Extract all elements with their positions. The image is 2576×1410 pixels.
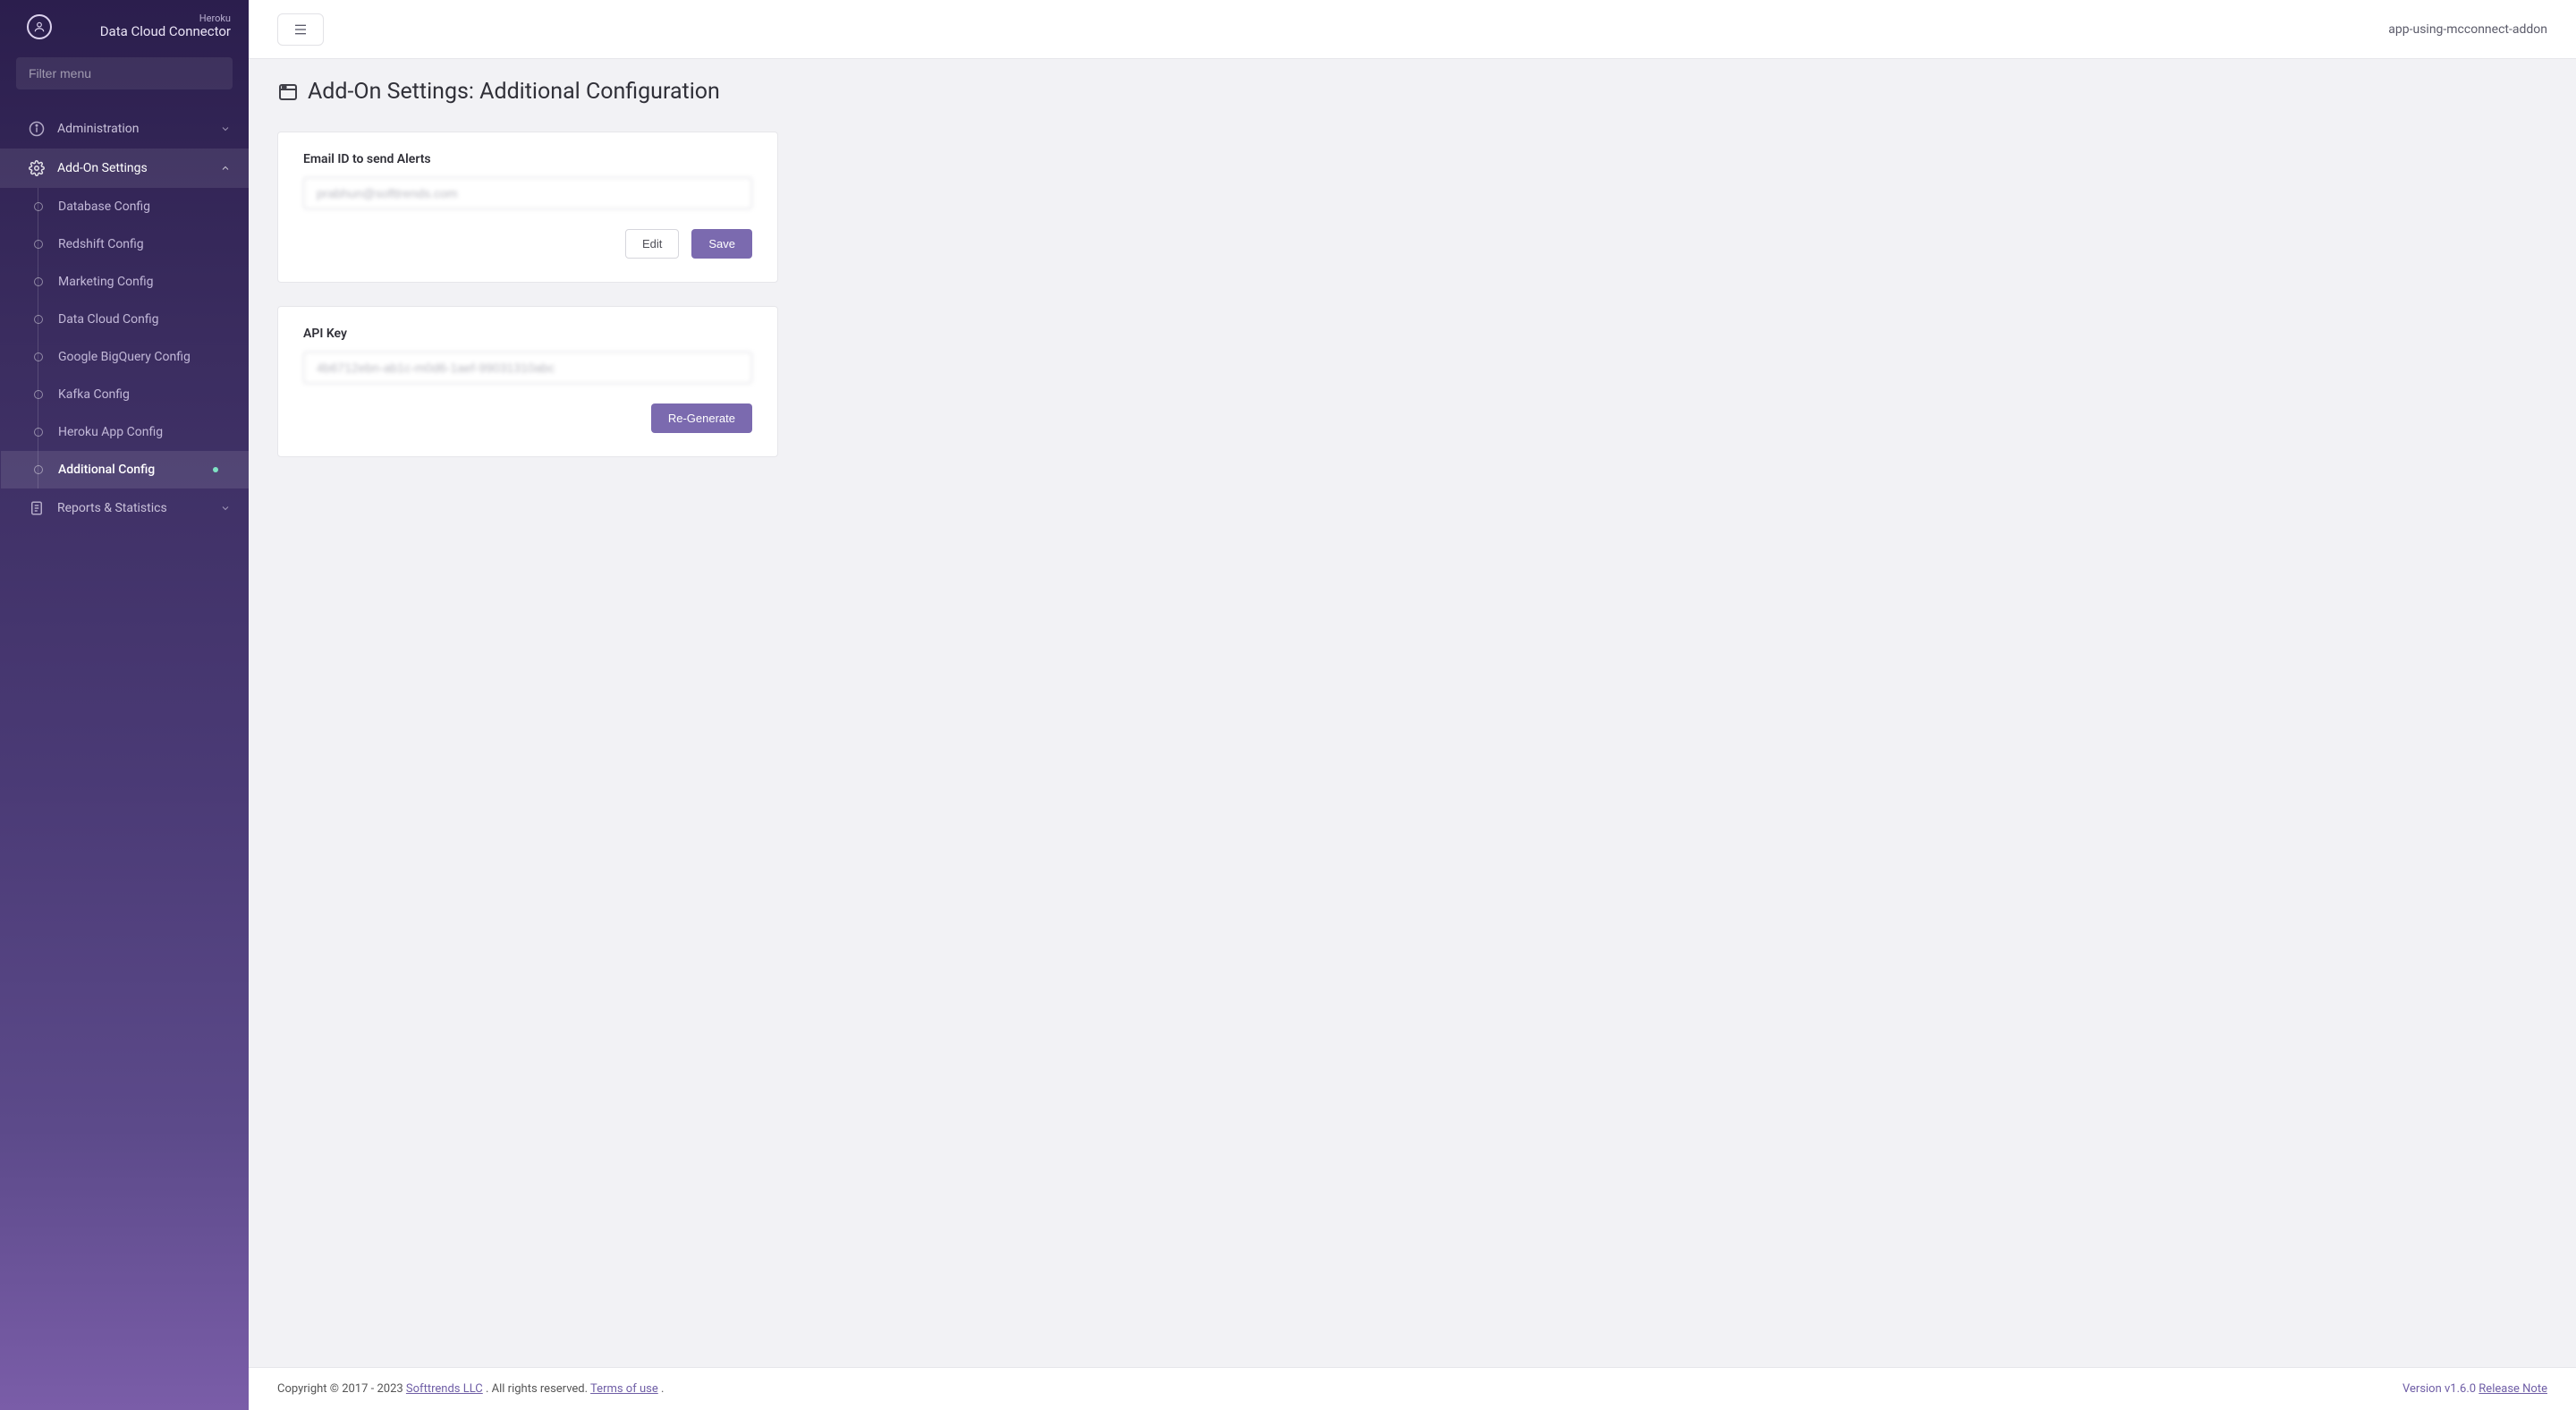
sidebar-item-redshift-config[interactable]: Redshift Config	[38, 225, 249, 263]
nav-label: Add-On Settings	[57, 161, 220, 175]
chevron-down-icon	[220, 123, 231, 134]
email-label: Email ID to send Alerts	[303, 152, 752, 166]
sidebar-item-additional-config[interactable]: Additional Config	[1, 451, 249, 488]
version-text: Version v1.6.0	[2402, 1382, 2479, 1396]
footer: Copyright © 2017 - 2023 Softtrends LLC .…	[249, 1367, 2576, 1410]
info-icon	[29, 121, 45, 137]
brand-bottom-text: Data Cloud Connector	[63, 23, 231, 41]
file-icon	[29, 500, 45, 516]
content: Add-On Settings: Additional Configuratio…	[249, 59, 2576, 1367]
sidebar-item-google-bigquery-config[interactable]: Google BigQuery Config	[38, 338, 249, 376]
company-link[interactable]: Softtrends LLC	[406, 1382, 483, 1396]
nav-section-administration[interactable]: Administration	[0, 109, 249, 149]
nav-section-reports[interactable]: Reports & Statistics	[0, 488, 249, 528]
brand-logo-icon	[27, 14, 52, 39]
email-alerts-card: Email ID to send Alerts Edit Save	[277, 132, 778, 283]
terms-link[interactable]: Terms of use	[590, 1382, 658, 1396]
brand-top-text: Heroku	[63, 13, 231, 23]
nav-label: Administration	[57, 122, 220, 136]
gear-icon	[29, 160, 45, 176]
chevron-up-icon	[220, 163, 231, 174]
api-key-input[interactable]	[303, 352, 752, 384]
copyright-text: Copyright © 2017 - 2023	[277, 1382, 406, 1396]
nav-section-addon-settings[interactable]: Add-On Settings	[0, 149, 249, 188]
sidebar-item-marketing-config[interactable]: Marketing Config	[38, 263, 249, 301]
page-title: Add-On Settings: Additional Configuratio…	[277, 79, 2547, 105]
dot-text: .	[661, 1382, 664, 1396]
nav-label: Reports & Statistics	[57, 501, 220, 515]
page-title-text: Add-On Settings: Additional Configuratio…	[308, 79, 720, 105]
active-dot-icon	[213, 467, 218, 472]
main-area: app-using-mcconnect-addon Add-On Setting…	[249, 0, 2576, 1410]
sidebar: Heroku Data Cloud Connector Administrati…	[0, 0, 249, 1410]
chevron-down-icon	[220, 503, 231, 514]
browser-icon	[277, 81, 299, 103]
sidebar-item-data-cloud-config[interactable]: Data Cloud Config	[38, 301, 249, 338]
email-input[interactable]	[303, 177, 752, 209]
sidebar-toggle-button[interactable]	[277, 13, 324, 46]
api-key-label: API Key	[303, 327, 752, 341]
edit-button[interactable]: Edit	[625, 229, 679, 259]
filter-menu-input[interactable]	[16, 57, 233, 89]
api-key-card: API Key Re-Generate	[277, 306, 778, 457]
sidebar-item-heroku-app-config[interactable]: Heroku App Config	[38, 413, 249, 451]
sidebar-item-kafka-config[interactable]: Kafka Config	[38, 376, 249, 413]
rights-text: . All rights reserved.	[486, 1382, 588, 1396]
brand: Heroku Data Cloud Connector	[0, 0, 249, 57]
app-name-label: app-using-mcconnect-addon	[2388, 22, 2547, 37]
regenerate-button[interactable]: Re-Generate	[651, 403, 752, 433]
sidebar-item-database-config[interactable]: Database Config	[38, 188, 249, 225]
save-button[interactable]: Save	[691, 229, 752, 259]
release-note-link[interactable]: Release Note	[2479, 1382, 2547, 1396]
main-nav: Administration Add-On Settings Database …	[0, 102, 249, 1410]
topbar: app-using-mcconnect-addon	[249, 0, 2576, 59]
